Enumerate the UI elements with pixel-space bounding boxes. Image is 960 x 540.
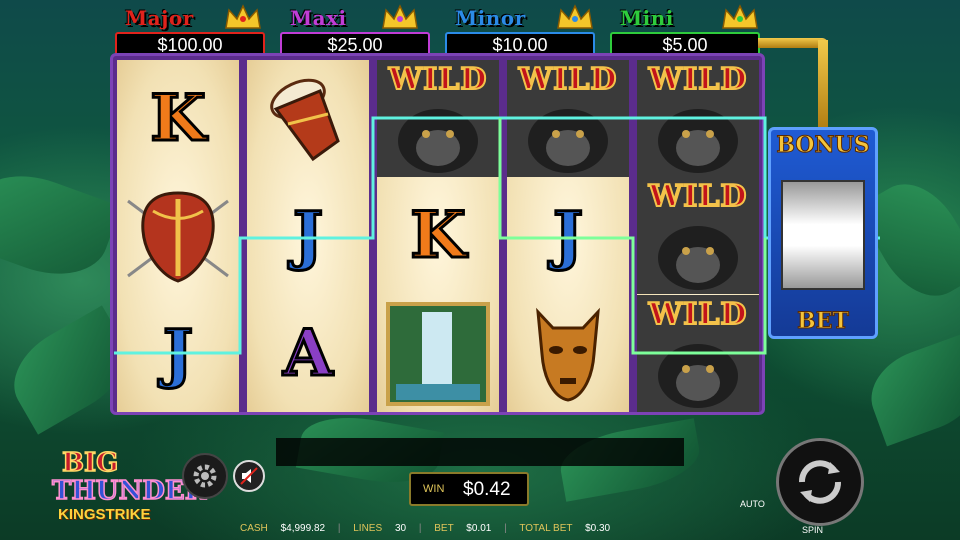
win-label: WIN — [423, 483, 445, 495]
game-logo: BIG THUNDER KINGSTRIKE — [51, 447, 207, 523]
gorilla-icon — [398, 109, 478, 173]
reel-frame: K J J A WILD K WILD J WILD WILD WILD — [110, 53, 765, 415]
symbol-j: J — [161, 315, 194, 391]
jackpot-mini-name: Mini — [620, 6, 674, 30]
symbol-shield-icon — [117, 177, 239, 294]
separator: | — [504, 523, 507, 534]
jackpot-minor: Minor $10.00 — [445, 4, 595, 58]
gorilla-icon — [528, 109, 608, 173]
bonus-meter: BONUS BET — [768, 127, 878, 339]
gorilla-icon — [658, 344, 738, 408]
symbol-wild: WILD — [637, 295, 759, 412]
spin-label: SPIN — [802, 525, 824, 535]
reel-1: K J — [117, 60, 239, 412]
status-bar: CASH $4,999.82 | LINES 30 | BET $0.01 | … — [240, 520, 610, 538]
settings-button[interactable] — [182, 453, 228, 499]
win-display: WIN $0.42 — [409, 472, 529, 506]
crown-icon — [555, 4, 595, 30]
speaker-muted-icon — [240, 467, 258, 485]
gorilla-icon — [658, 226, 738, 290]
total-bet-value: $0.30 — [585, 523, 611, 534]
gorilla-icon — [658, 109, 738, 173]
cash-label: CASH — [240, 523, 268, 534]
symbol-j: J — [291, 197, 324, 273]
jackpot-major: Major $100.00 — [115, 4, 265, 58]
cash-value: $4,999.82 — [280, 523, 326, 534]
crown-icon — [223, 4, 263, 30]
spin-button[interactable] — [776, 438, 864, 526]
reel-4: WILD J — [507, 60, 629, 412]
jackpot-mini: Mini $5.00 — [610, 4, 760, 58]
jackpot-minor-name: Minor — [455, 6, 526, 30]
jackpot-major-name: Major — [125, 6, 194, 30]
bet-label: BET — [434, 523, 454, 534]
symbol-waterfall-icon — [377, 295, 499, 412]
crown-icon — [720, 4, 760, 30]
separator: | — [337, 523, 341, 534]
total-bet-label: TOTAL BET — [519, 523, 573, 534]
symbol-j: J — [551, 197, 584, 273]
symbol-k: K — [409, 197, 468, 273]
lines-label: LINES — [353, 523, 383, 534]
bonus-title: BONUS — [776, 132, 870, 159]
auto-button[interactable]: AUTO — [740, 499, 765, 509]
message-bar — [276, 438, 684, 466]
bonus-slot-window — [781, 180, 865, 290]
spin-arrows-icon — [799, 460, 841, 504]
jackpot-maxi: Maxi $25.00 — [280, 4, 430, 58]
jackpot-maxi-name: Maxi — [290, 6, 347, 30]
sound-toggle-button[interactable] — [233, 460, 265, 492]
symbol-wild: WILD — [637, 177, 759, 294]
lines-value: 30 — [394, 523, 407, 534]
symbol-a: A — [282, 315, 335, 391]
reel-3: WILD K — [377, 60, 499, 412]
symbol-wild: WILD — [507, 60, 629, 177]
symbol-drum-icon — [247, 60, 369, 177]
symbol-mask-icon — [507, 295, 629, 412]
bet-value: $0.01 — [466, 523, 492, 534]
gear-icon — [193, 464, 217, 488]
symbol-k: K — [149, 80, 208, 156]
separator: | — [418, 523, 422, 534]
bonus-bet-label: BET — [797, 308, 850, 335]
symbol-wild: WILD — [377, 60, 499, 177]
pipe-decoration — [818, 40, 828, 130]
symbol-wild: WILD — [637, 60, 759, 177]
reel-5: WILD WILD WILD — [637, 60, 759, 412]
reel-2: J A — [247, 60, 369, 412]
crown-icon — [380, 4, 420, 30]
win-value: $0.42 — [463, 479, 511, 500]
